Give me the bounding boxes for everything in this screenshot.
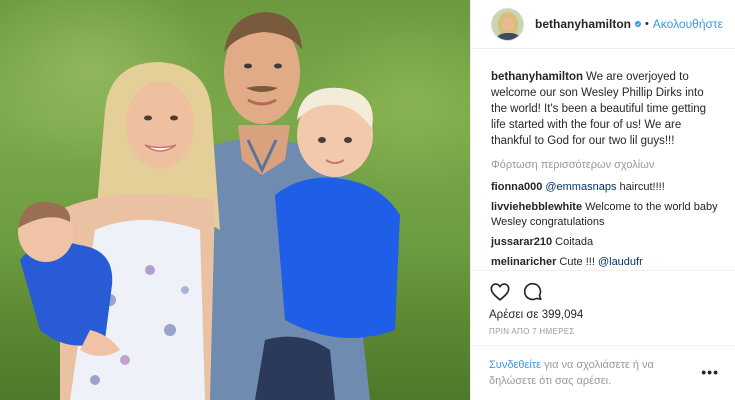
comment-mention[interactable]: @laudufr: [598, 256, 643, 268]
comment-username[interactable]: fionna000: [491, 181, 542, 193]
verified-badge-icon: [635, 21, 641, 27]
comment-username[interactable]: livviehebblewhite: [491, 201, 582, 213]
likes-count[interactable]: Αρέσει σε 399,094: [489, 309, 718, 321]
post-actions: Αρέσει σε 399,094 ΠΡΙΝ ΑΠΟ 7 ΗΜΕΡΕΣ: [471, 270, 735, 336]
login-link[interactable]: Συνδεθείτε: [489, 359, 541, 371]
comments-list: bethanyhamilton We are overjoyed to welco…: [471, 49, 735, 301]
post-photo[interactable]: [0, 0, 470, 400]
action-icons: [489, 279, 718, 305]
follow-button[interactable]: Ακολουθήστε: [653, 17, 723, 31]
comment-username[interactable]: melinaricher: [491, 256, 556, 268]
instagram-post: bethanyhamilton • Ακολουθήστε bethanyham…: [0, 0, 735, 400]
comment-item: fionna000 @emmasnaps haircut!!!!: [491, 180, 719, 195]
comment-item: livviehebblewhite Welcome to the world ba…: [491, 200, 719, 230]
more-options-icon[interactable]: •••: [701, 364, 719, 380]
separator-dot: •: [644, 18, 649, 30]
load-more-comments-button[interactable]: Φόρτωση περισσότερων σχολίων: [491, 159, 719, 171]
post-timestamp: ΠΡΙΝ ΑΠΟ 7 ΗΜΕΡΕΣ: [489, 327, 575, 336]
comment-text: Coitada: [555, 236, 594, 248]
avatar[interactable]: [491, 7, 524, 41]
comment-mention[interactable]: @emmasnaps: [545, 181, 616, 193]
comment-text: haircut!!!!: [616, 181, 665, 193]
comment-username[interactable]: jussarar210: [491, 236, 552, 248]
caption-username[interactable]: bethanyhamilton: [491, 71, 583, 83]
header-username[interactable]: bethanyhamilton: [535, 17, 631, 31]
family-photo-illustration: [18, 12, 400, 400]
post-header: bethanyhamilton • Ακολουθήστε: [471, 0, 735, 49]
comment-item: melinaricher Cute !!! @laudufr: [491, 255, 719, 270]
post-sidebar: bethanyhamilton • Ακολουθήστε bethanyham…: [470, 0, 735, 400]
login-prompt: Συνδεθείτε για να σχολιάσετε ή να δηλώσε…: [471, 345, 735, 389]
comment-item: jussarar210 Coitada: [491, 235, 719, 250]
comment-icon[interactable]: [522, 281, 544, 303]
comment-text: Cute !!!: [559, 256, 598, 268]
post-caption: bethanyhamilton We are overjoyed to welco…: [491, 69, 719, 149]
heart-icon[interactable]: [489, 281, 511, 303]
